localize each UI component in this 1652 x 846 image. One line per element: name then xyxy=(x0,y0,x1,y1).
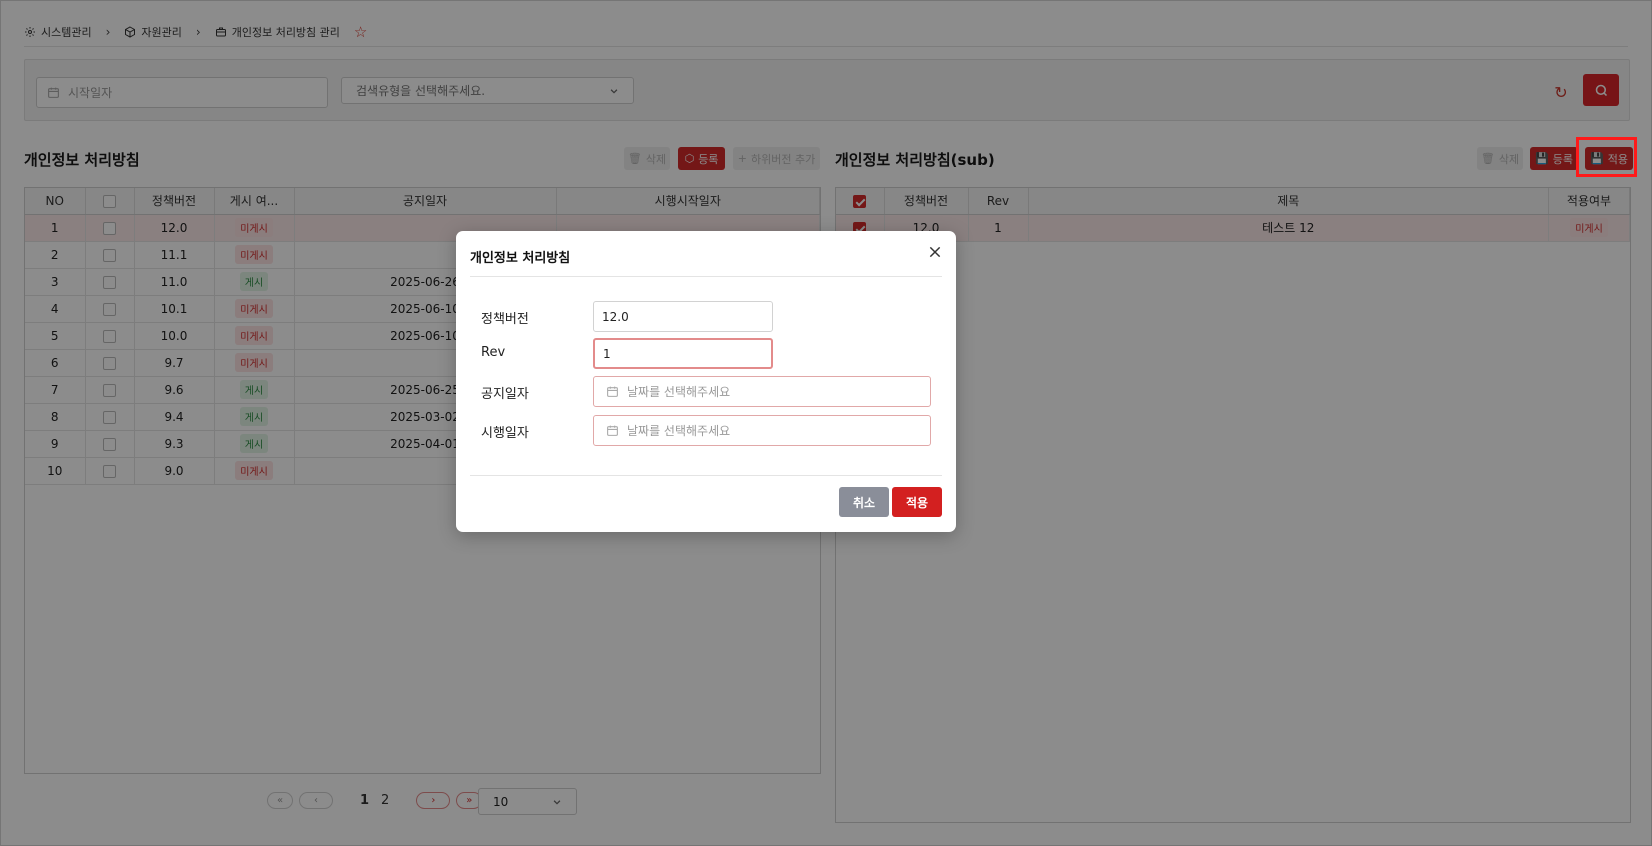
calendar-icon xyxy=(607,386,618,397)
policy-modal: 개인정보 처리방침 정책버전 12.0 Rev 1 공지일자 날짜를 선택해주세… xyxy=(456,231,956,532)
start-date-label: 시행일자 xyxy=(481,426,529,441)
version-label: 정책버전 xyxy=(481,312,529,327)
modal-divider xyxy=(470,475,942,476)
version-input[interactable]: 12.0 xyxy=(593,301,773,332)
cancel-button[interactable]: 취소 xyxy=(839,487,889,517)
rev-label: Rev xyxy=(481,345,506,360)
start-date-input[interactable]: 날짜를 선택해주세요 xyxy=(593,415,931,446)
calendar-icon xyxy=(607,425,618,436)
notice-date-placeholder: 날짜를 선택해주세요 xyxy=(627,385,731,399)
highlight-box xyxy=(1576,137,1637,177)
notice-date-label: 공지일자 xyxy=(481,387,529,402)
close-icon[interactable] xyxy=(927,244,943,260)
modal-title: 개인정보 처리방침 xyxy=(470,251,571,266)
notice-date-input[interactable]: 날짜를 선택해주세요 xyxy=(593,376,931,407)
modal-apply-button[interactable]: 적용 xyxy=(892,487,942,517)
modal-divider xyxy=(470,276,942,277)
start-date-placeholder: 날짜를 선택해주세요 xyxy=(627,424,731,438)
rev-input[interactable]: 1 xyxy=(593,338,773,369)
